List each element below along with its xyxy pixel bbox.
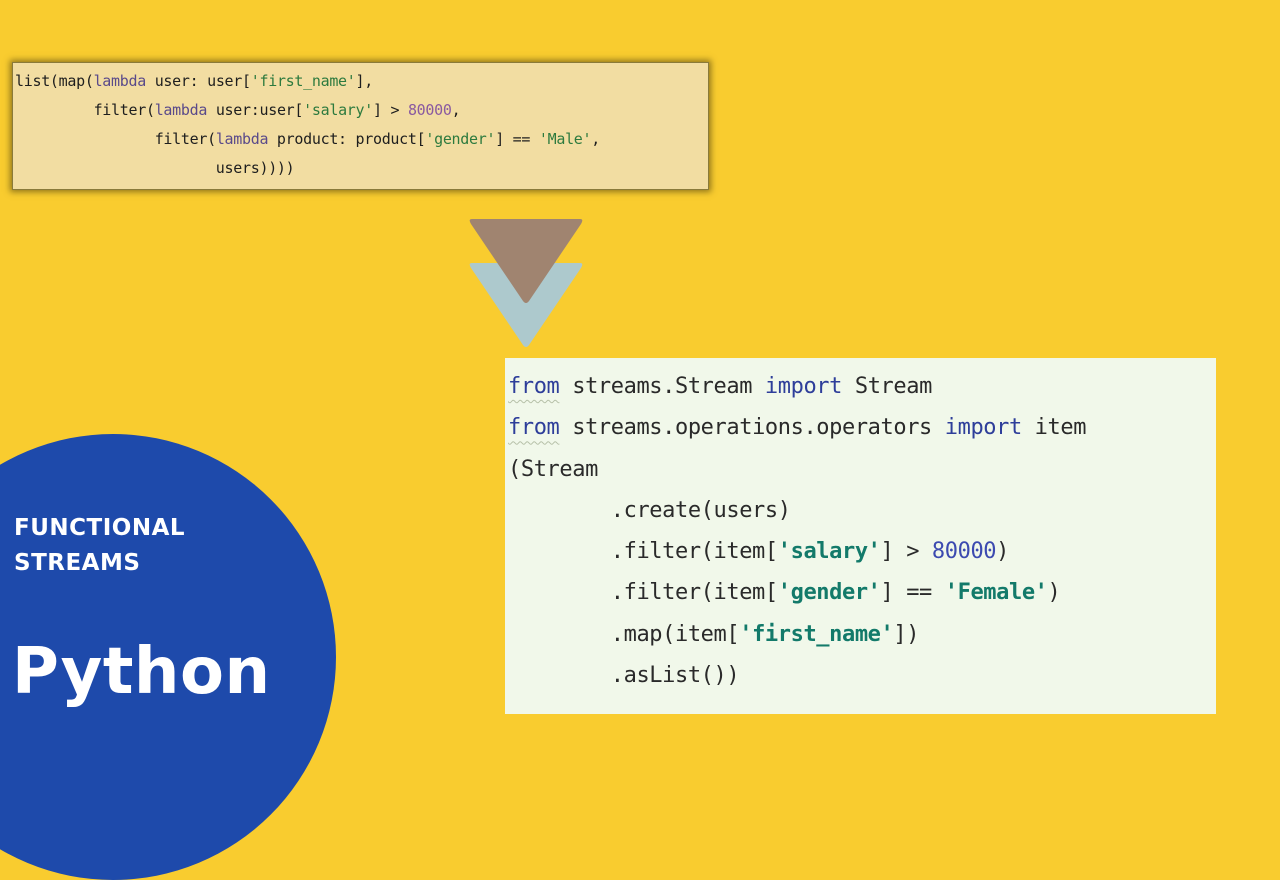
code-token: item [1021, 415, 1087, 441]
code-token: .asList()) [508, 663, 740, 689]
code-token: ]) [893, 621, 920, 647]
code-line: .map(item['first_name']) [508, 614, 1086, 655]
code-token: ] == [880, 580, 945, 606]
code-token: , [591, 130, 600, 148]
page-title: Python [12, 635, 271, 709]
original-code-snippet: list(map(lambda user: user['first_name']… [12, 62, 709, 190]
code-token-str: 'first_name' [250, 72, 356, 90]
code-token-str: 'gender' [425, 130, 496, 148]
code-token: .filter(item[ [508, 539, 778, 565]
code-line: (Stream [508, 449, 1086, 490]
code-token-str: 'salary' [777, 539, 881, 565]
code-token: , [451, 101, 461, 119]
code-token-kw2: import [944, 415, 1022, 441]
code-line: .asList()) [508, 655, 1086, 696]
code-token: users)))) [15, 159, 295, 177]
code-line: .create(users) [508, 490, 1086, 531]
code-token-str: 'first_name' [739, 621, 894, 647]
subtitle-line-2: STREAMS [14, 550, 141, 576]
code-token-str: 'salary' [303, 101, 373, 119]
code-token-str: 'Male' [538, 130, 592, 148]
original-code-text: list(map(lambda user: user['first_name']… [15, 67, 600, 183]
code-token: ) [996, 539, 1009, 565]
code-token-kw2: import [764, 374, 842, 399]
code-token-num: 80000 [407, 101, 452, 119]
stream-code-text: from streams.Stream import Stream from st… [508, 366, 1086, 696]
code-token: user: user[ [145, 72, 251, 90]
code-token: ] > [880, 539, 932, 565]
code-token: filter( [15, 130, 216, 148]
code-token: ] > [373, 101, 408, 119]
code-line: .filter(item['salary'] > 80000) [508, 531, 1086, 572]
code-token-kw: lambda [215, 130, 269, 148]
code-token: ], [355, 72, 374, 90]
code-token: user:user[ [207, 101, 304, 119]
code-token: list(map( [15, 72, 94, 90]
code-token: (Stream [508, 456, 598, 482]
code-token: product: product[ [268, 130, 426, 148]
code-token-str: 'Female' [944, 580, 1048, 606]
code-token: ] == [495, 130, 539, 148]
code-token: filter( [15, 101, 155, 119]
subtitle-line-1: FUNCTIONAL [14, 515, 186, 541]
code-line: filter(lambda user:user['salary'] > 8000… [15, 96, 600, 125]
code-token-str: 'gender' [777, 580, 881, 606]
double-chevron-down-icon [469, 219, 583, 347]
code-token-kw: from [508, 415, 560, 441]
code-line: list(map(lambda user: user['first_name']… [15, 67, 600, 96]
code-line: from streams.Stream import Stream [508, 366, 1086, 407]
code-token: .create(users) [508, 497, 791, 523]
code-token-kw: lambda [154, 101, 208, 119]
code-line: filter(lambda product: product['gender']… [15, 125, 601, 154]
stream-code-snippet: from streams.Stream import Stream from st… [505, 358, 1216, 714]
code-token: streams.Stream [559, 374, 765, 399]
subtitle: FUNCTIONAL STREAMS [14, 511, 185, 581]
code-token-num: 80000 [931, 539, 997, 565]
code-token: .map(item[ [508, 621, 740, 647]
code-token: .filter(item[ [508, 580, 778, 606]
code-token: streams.operations.operators [559, 415, 945, 441]
code-line: users)))) [15, 154, 600, 183]
code-token: Stream [842, 374, 932, 399]
code-line: .filter(item['gender'] == 'Female') [508, 572, 1086, 613]
code-token-kw: from [508, 374, 560, 399]
code-line: from streams.operations.operators import… [508, 407, 1086, 448]
code-token: ) [1047, 580, 1061, 606]
code-token-kw: lambda [93, 72, 147, 90]
